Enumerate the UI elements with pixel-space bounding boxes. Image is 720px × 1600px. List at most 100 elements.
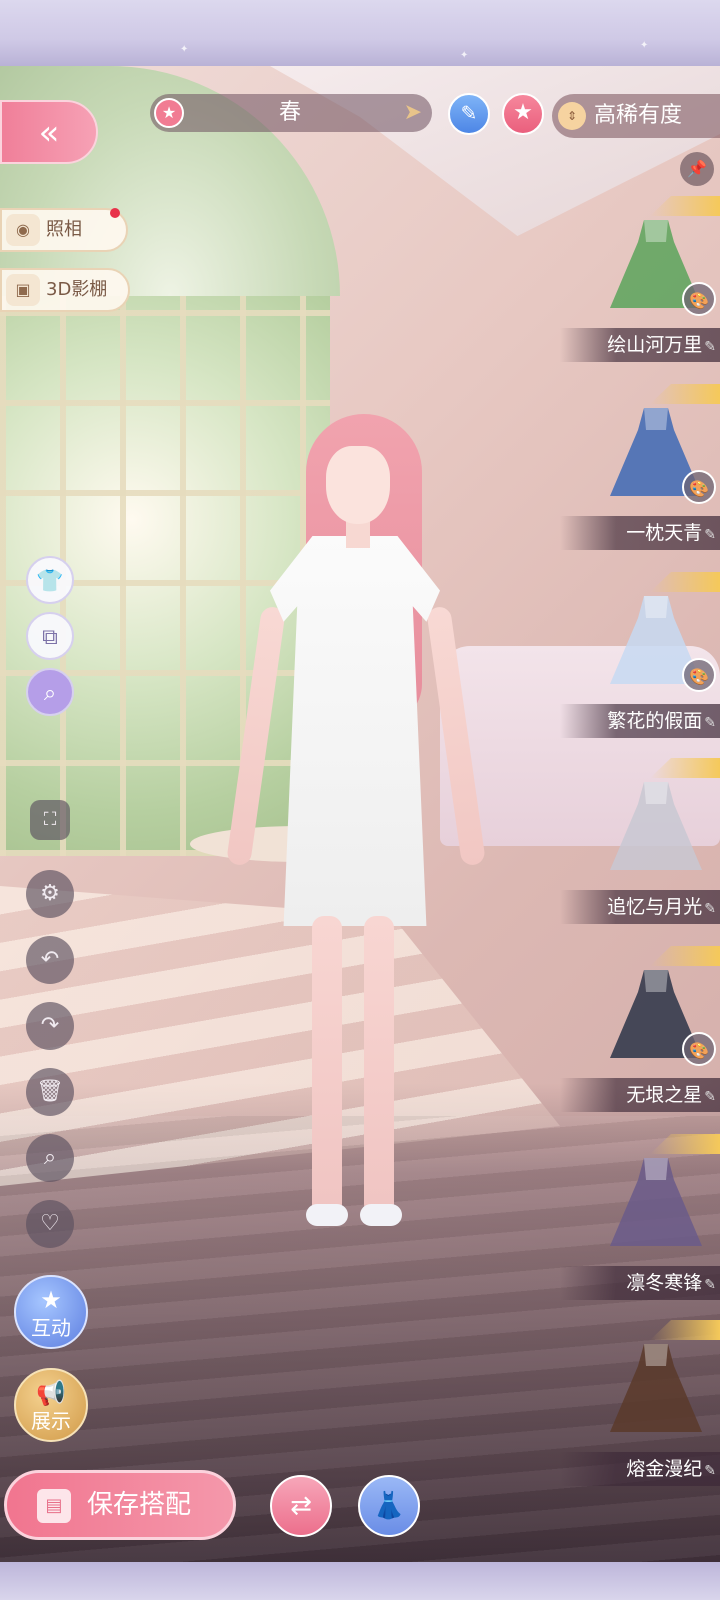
outfit-card[interactable]: 熔金漫纪 ✎ [560,1320,720,1500]
display-button[interactable]: 📢 展示 [14,1368,88,1442]
heart-icon: ♡ [40,1211,60,1236]
outfit-name-text: 追忆与月光 [607,896,703,918]
star-icon: ★ [513,100,533,125]
save-outfit-label: 保存搭配 [87,1490,192,1520]
player-character[interactable] [226,406,486,1266]
back-button[interactable]: « [0,100,98,164]
rarity-sort-label: 高稀有度 [594,103,683,128]
outfit-name-text: 一枕天青 [626,522,703,544]
star-icon: ★ [154,98,184,128]
swap-icon: ⇄ [290,1491,312,1521]
notification-dot [110,208,120,218]
studio-label: 3D影棚 [46,279,108,300]
top-frame: ✦ ✦ ✦ [0,0,720,66]
save-outfit-button[interactable]: ▤ 保存搭配 [4,1470,236,1540]
search-icon: ⌕ [43,1145,57,1170]
wardrobe-tool[interactable]: 👕 [26,556,74,604]
undo-icon: ↶ [40,947,60,972]
pin-icon: 📌 [687,159,707,178]
outfit-thumbnail [604,774,708,878]
interact-label: 互动 [31,1316,71,1340]
shirt-icon: 👕 [36,569,64,594]
outfit-card[interactable]: 🎨 无垠之星 ✎ [560,946,720,1126]
character-dress [270,536,440,926]
megaphone-icon: 📢 [36,1379,66,1407]
outfit-card[interactable]: 凛冬寒锋 ✎ [560,1134,720,1314]
star-icon: ★ [40,1286,62,1314]
outfit-button[interactable]: 👗 [358,1475,420,1537]
edit-icon[interactable]: ✎ [704,527,716,543]
swap-button[interactable]: ⇄ [270,1475,332,1537]
favorite-tool[interactable]: ♡ [26,1200,74,1248]
outfit-name: 追忆与月光 ✎ [560,890,720,924]
favorite-button[interactable]: ★ [502,93,544,135]
fullscreen-icon: ⛶ [43,809,57,830]
edit-icon[interactable]: ✎ [704,1463,716,1479]
edit-icon[interactable]: ✎ [704,901,716,917]
delete-tool[interactable]: 🗑 [26,1068,74,1116]
outfit-card[interactable]: 🎨 繁花的假面 ✎ [560,572,720,752]
palette-icon[interactable]: 🎨 [682,658,716,692]
redo-tool[interactable]: ↷ [26,1002,74,1050]
save-icon: ▤ [37,1489,71,1523]
undo-tool[interactable]: ↶ [26,936,74,984]
character-shoe-right [360,1204,402,1226]
outfit-name: 凛冬寒锋 ✎ [560,1266,720,1300]
copy-icon: ⧉ [42,625,58,650]
edit-icon[interactable]: ✎ [704,1277,716,1293]
sort-icon: ⇕ [558,102,586,130]
outfit-name: 一枕天青 ✎ [560,516,720,550]
outfit-name-text: 无垠之星 [626,1084,703,1106]
camera-icon: ◉ [6,214,40,246]
outfit-thumbnail [604,1336,708,1440]
outfit-name: 无垠之星 ✎ [560,1078,720,1112]
palette-icon[interactable]: 🎨 [682,1032,716,1066]
display-label: 展示 [31,1409,71,1433]
pen-button[interactable]: ✎ [448,93,490,135]
copy-tool[interactable]: ⧉ [26,612,74,660]
settings-tool[interactable]: ⚙ [26,870,74,918]
palette-icon[interactable]: 🎨 [682,470,716,504]
outfit-name: 繁花的假面 ✎ [560,704,720,738]
studio-button[interactable]: ▣ 3D影棚 [0,268,130,312]
arrow-right-icon[interactable]: ➤ [404,94,422,132]
sparkle-icon: ✦ [460,50,469,61]
character-leg-left [312,916,342,1216]
outfit-name-text: 繁花的假面 [607,710,703,732]
outfit-card[interactable]: 🎨 一枕天青 ✎ [560,384,720,564]
season-label: 春 [278,100,301,125]
outfit-icon: 👗 [372,1491,406,1521]
outfit-name-text: 凛冬寒锋 [626,1272,703,1294]
redo-icon: ↷ [40,1013,60,1038]
character-face [326,446,390,524]
interact-button[interactable]: ★ 互动 [14,1275,88,1349]
photo-button[interactable]: ◉ 照相 [0,208,128,252]
rarity-sort-button[interactable]: ⇕ 高稀有度 [552,94,720,138]
character-arm-left [226,605,286,867]
palette-icon[interactable]: 🎨 [682,282,716,316]
cube-icon: ▣ [6,274,40,306]
edit-icon[interactable]: ✎ [704,715,716,731]
edit-icon[interactable]: ✎ [704,1089,716,1105]
gear-icon: ⚙ [40,881,60,906]
search-tool[interactable]: ⌕ [26,1134,74,1182]
outfit-card[interactable]: 追忆与月光 ✎ [560,758,720,938]
sparkle-icon: ✦ [640,40,649,51]
edit-icon[interactable]: ✎ [704,339,716,355]
outfit-name-text: 绘山河万里 [607,334,703,356]
season-selector[interactable]: ★ 春 ➤ [150,94,432,132]
pen-icon: ✎ [460,101,478,125]
outfit-name: 绘山河万里 ✎ [560,328,720,362]
fullscreen-tool[interactable]: ⛶ [30,800,70,840]
double-chevron-left-icon: « [38,113,60,153]
trash-icon: 🗑 [36,1079,64,1104]
photo-label: 照相 [46,219,82,240]
character-shoe-left [306,1204,348,1226]
sparkle-icon: ✦ [180,44,189,55]
outfit-name: 熔金漫纪 ✎ [560,1452,720,1486]
search-magic-tool[interactable]: ⌕ [26,668,74,716]
bottom-frame [0,1562,720,1600]
magnify-sparkle-icon: ⌕ [43,681,57,706]
outfit-card[interactable]: 🎨 绘山河万里 ✎ [560,196,720,376]
pin-button[interactable]: 📌 [680,152,714,186]
